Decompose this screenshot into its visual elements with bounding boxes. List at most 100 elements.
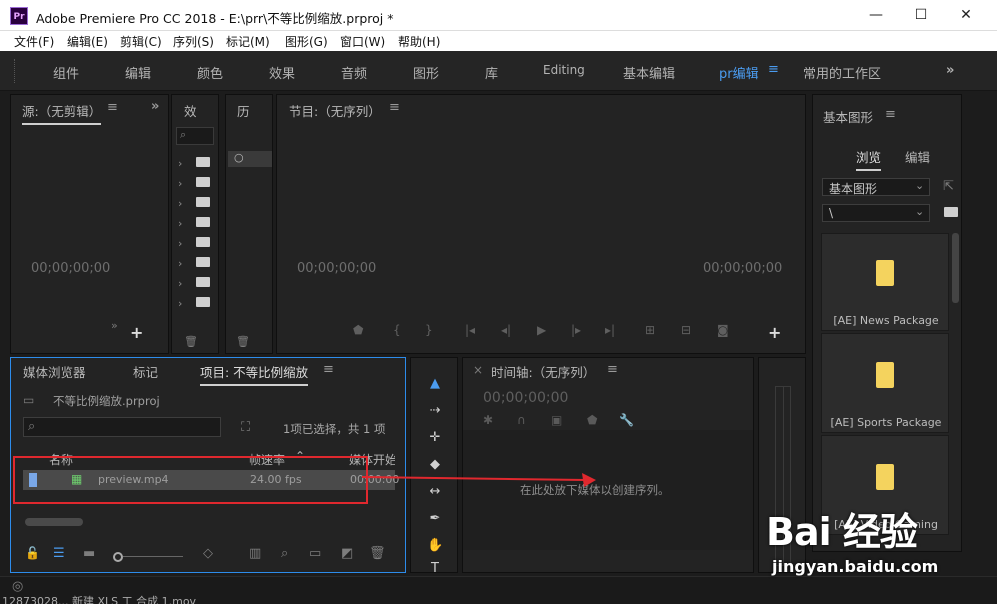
overwrite-icon[interactable]: ⊟ (681, 323, 691, 337)
zoom-slider-handle[interactable] (113, 552, 123, 562)
minimize-button[interactable]: — (853, 0, 899, 31)
workspace-tab-editing-cn[interactable]: 编辑 (125, 63, 151, 82)
zoom-slider[interactable] (123, 556, 183, 557)
project-scrollbar[interactable] (25, 518, 83, 526)
panel-overflow-icon[interactable]: » (151, 99, 159, 114)
find-icon[interactable]: ⌕ (281, 546, 288, 561)
snap-icon[interactable]: ∩ (517, 413, 526, 427)
panel-menu-icon[interactable]: ≡ (323, 362, 334, 377)
trash-icon[interactable]: 🗑 (236, 335, 250, 348)
add-button[interactable]: + (130, 323, 143, 342)
mark-out-icon[interactable]: } (425, 323, 433, 337)
workspace-menu-icon[interactable]: ≡ (768, 62, 779, 77)
close-panel-icon[interactable]: × (473, 363, 483, 377)
menu-sequence[interactable]: 序列(S) (173, 33, 214, 50)
menu-help[interactable]: 帮助(H) (398, 33, 440, 50)
sort-icon[interactable]: ◇ (203, 546, 213, 561)
workspace-tab-basic-edit[interactable]: 基本编辑 (623, 63, 675, 82)
menu-graphics[interactable]: 图形(G) (285, 33, 328, 50)
insert-icon[interactable]: ⊞ (645, 323, 655, 337)
history-panel-title[interactable]: 历 (237, 101, 250, 120)
new-bin-icon[interactable]: ▭ (309, 546, 321, 561)
effects-panel-title[interactable]: 效 (184, 101, 197, 120)
workspace-tab-assembly[interactable]: 组件 (53, 63, 79, 82)
workspace-tab-graphics[interactable]: 图形 (413, 63, 439, 82)
linked-selection-icon[interactable]: ▣ (551, 413, 562, 427)
automate-icon[interactable]: ▥ (249, 546, 261, 561)
ripple-edit-tool-icon[interactable]: ✛ (427, 430, 443, 446)
track-select-tool-icon[interactable]: ⇢ (427, 403, 443, 419)
mark-in-icon[interactable]: { (393, 323, 401, 337)
tab-media-browser[interactable]: 媒体浏览器 (23, 362, 86, 381)
panel-menu-icon[interactable]: ≡ (107, 100, 118, 115)
type-tool-icon[interactable]: T (427, 561, 443, 577)
menu-clip[interactable]: 剪辑(C) (120, 33, 162, 50)
panel-menu-icon[interactable]: ≡ (607, 362, 618, 377)
add-button[interactable]: + (768, 323, 781, 342)
timeline-panel-title[interactable]: 时间轴:（无序列） (491, 362, 595, 381)
source-timecode[interactable]: 00;00;00;00 (31, 261, 110, 276)
tab-project[interactable]: 项目: 不等比例缩放 (200, 362, 309, 386)
creative-cloud-icon[interactable]: ◎ (12, 579, 23, 594)
graphics-scrollbar[interactable] (952, 233, 959, 303)
graphics-panel-title[interactable]: 基本图形 (823, 107, 873, 126)
graphics-template-card[interactable]: [AE] News Package (821, 233, 949, 331)
nest-icon[interactable]: ✱ (483, 413, 493, 427)
timeline-timecode[interactable]: 00;00;00;00 (483, 390, 568, 406)
menu-window[interactable]: 窗口(W) (340, 33, 385, 50)
hand-tool-icon[interactable]: ✋ (427, 538, 443, 554)
wrench-icon[interactable]: 🔧 (619, 413, 634, 427)
icon-view-icon[interactable]: ▬ (83, 546, 95, 561)
menu-file[interactable]: 文件(F) (14, 33, 54, 50)
workspace-tab-libraries[interactable]: 库 (485, 63, 498, 82)
import-graphic-icon[interactable]: ⇱ (943, 179, 954, 194)
add-marker-icon[interactable]: ⬟ (353, 323, 363, 337)
grip-handle[interactable] (14, 59, 16, 83)
workspace-tab-effects[interactable]: 效果 (269, 63, 295, 82)
program-timecode-right[interactable]: 00;00;00;00 (703, 261, 782, 276)
tab-markers[interactable]: 标记 (133, 362, 158, 381)
panel-menu-icon[interactable]: ≡ (389, 100, 400, 115)
graphics-library-select[interactable]: 基本图形 ⌄ (822, 178, 930, 196)
play-icon[interactable]: ▶ (537, 323, 546, 337)
program-timecode-left[interactable]: 00;00;00;00 (297, 261, 376, 276)
maximize-button[interactable]: ☐ (898, 0, 944, 31)
workspace-tab-common[interactable]: 常用的工作区 (803, 63, 881, 82)
graphics-tab-browse[interactable]: 浏览 (856, 147, 882, 171)
panel-menu-icon[interactable]: ≡ (885, 107, 896, 122)
step-back-icon[interactable]: ◂| (501, 323, 511, 337)
find-icon[interactable]: ⛶ (241, 420, 250, 435)
pen-tool-icon[interactable]: ✒ (427, 511, 443, 527)
go-to-out-icon[interactable]: ▸| (605, 323, 615, 337)
workspace-overflow-icon[interactable]: » (946, 63, 954, 78)
go-to-in-icon[interactable]: |◂ (465, 323, 475, 337)
trash-icon[interactable]: 🗑 (369, 546, 386, 561)
history-item[interactable]: ○ (228, 151, 272, 167)
graphics-template-card[interactable]: [AE] Sports Package (821, 333, 949, 433)
project-search-input[interactable]: ⌕ (23, 417, 221, 437)
graphics-tab-edit[interactable]: 编辑 (905, 147, 930, 166)
source-panel-title[interactable]: 源:（无剪辑） (22, 101, 102, 125)
workspace-tab-audio[interactable]: 音频 (341, 63, 367, 82)
effects-search-input[interactable]: ⌕ (176, 127, 214, 145)
new-item-icon[interactable]: ◩ (341, 546, 353, 561)
list-view-icon[interactable]: ☰ (53, 546, 65, 561)
expand-icon[interactable]: » (111, 319, 118, 332)
folder-icon[interactable] (944, 207, 958, 217)
close-button[interactable]: ✕ (943, 0, 989, 31)
program-panel-title[interactable]: 节目:（无序列） (289, 101, 381, 120)
lock-icon[interactable]: 🔓 (25, 546, 40, 560)
add-marker-icon[interactable]: ⬟ (587, 413, 597, 427)
timeline-drop-area[interactable]: 在此处放下媒体以创建序列。 (463, 430, 753, 550)
step-forward-icon[interactable]: |▸ (571, 323, 581, 337)
workspace-tab-pr-edit[interactable]: pr编辑 (719, 63, 759, 82)
effects-expand-arrows[interactable]: › › › › › › › › (178, 154, 182, 314)
camera-icon[interactable]: ◙ (717, 323, 729, 337)
workspace-tab-color[interactable]: 颜色 (197, 63, 223, 82)
workspace-tab-editing[interactable]: Editing (543, 63, 585, 77)
menu-edit[interactable]: 编辑(E) (67, 33, 108, 50)
selection-tool-icon[interactable]: ▲ (427, 376, 443, 392)
graphics-folder-select[interactable]: \ ⌄ (822, 204, 930, 222)
menu-marker[interactable]: 标记(M) (226, 33, 270, 50)
trash-icon[interactable]: 🗑 (184, 335, 198, 348)
